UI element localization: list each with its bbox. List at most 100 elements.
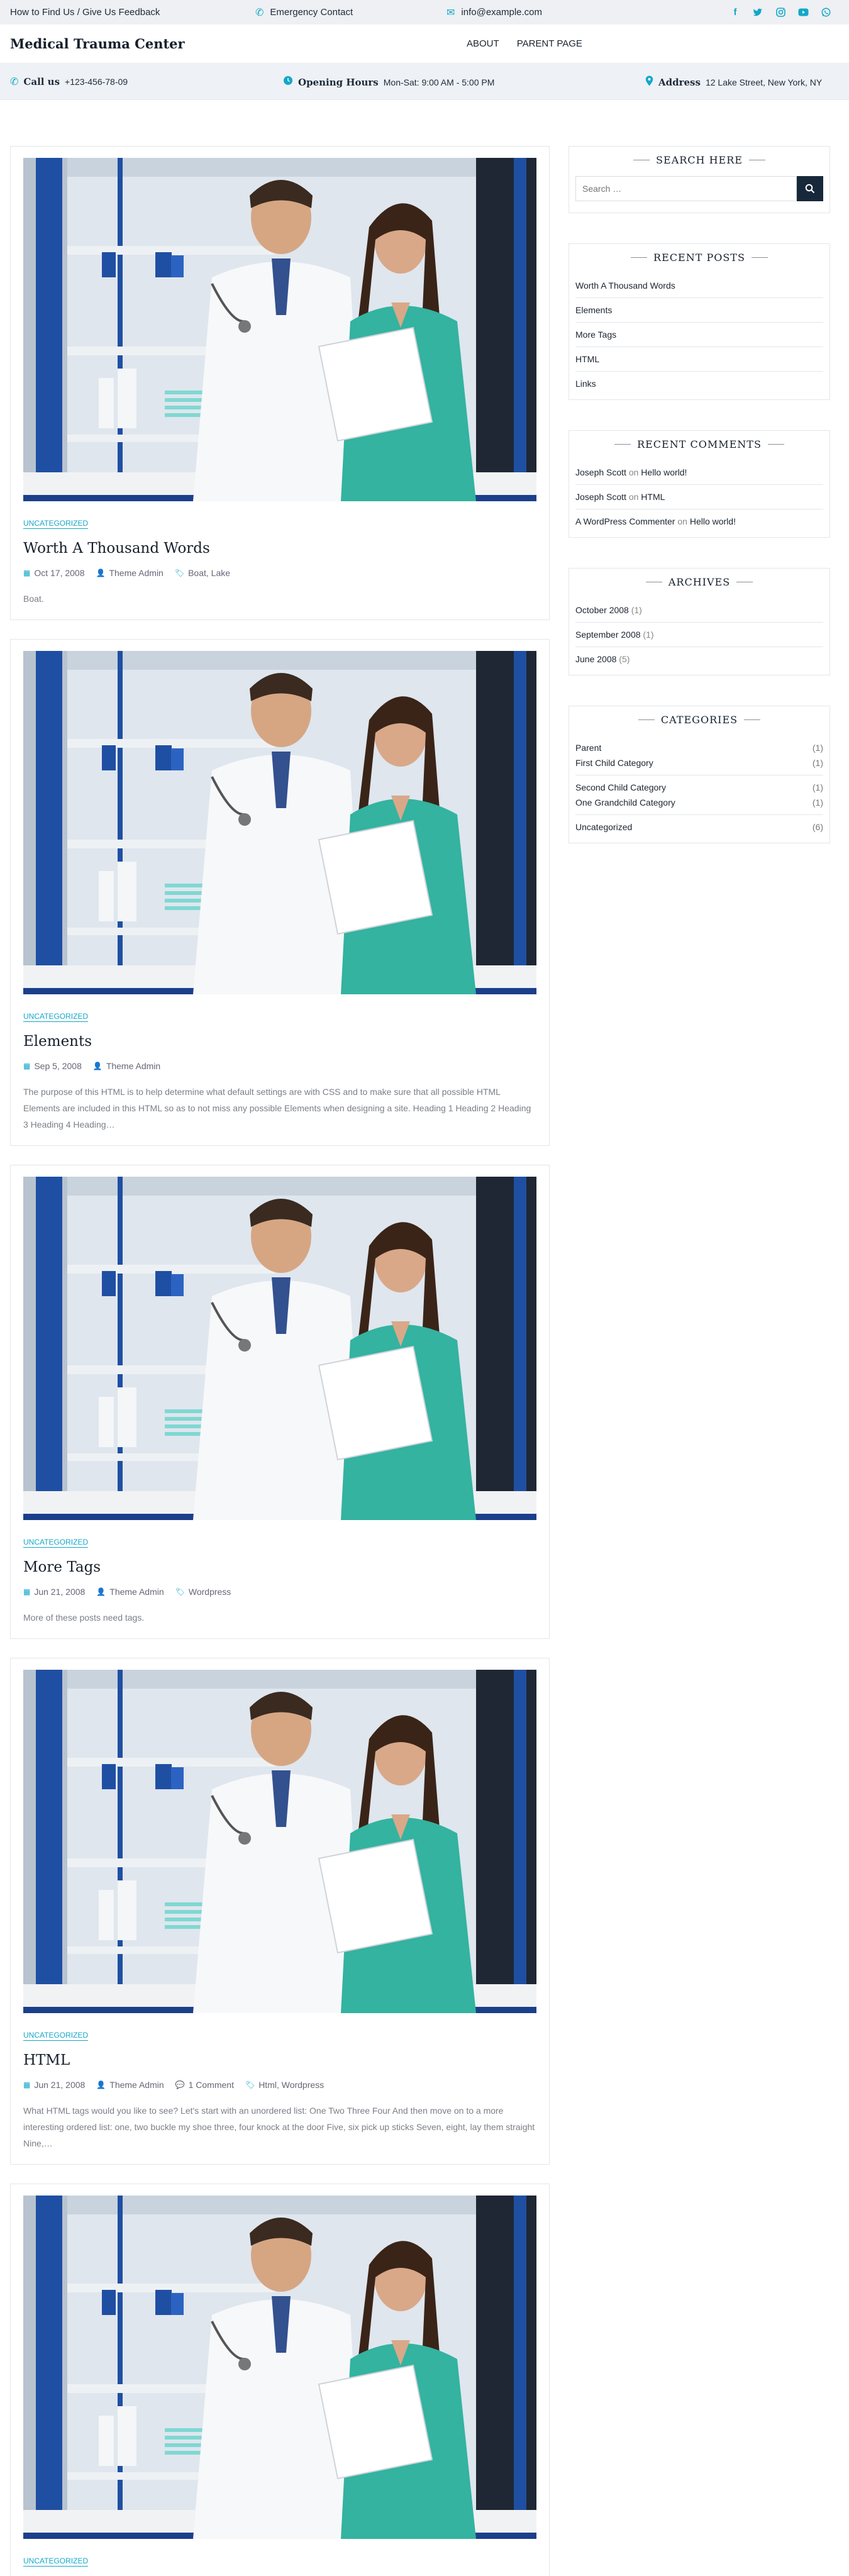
post-author[interactable]: 👤 Theme Admin (96, 2080, 164, 2090)
recent-comment-item: Joseph Scott on HTML (575, 485, 823, 509)
archive-item[interactable]: October 2008 (1) (575, 598, 823, 623)
post-date[interactable]: ▦ Sep 5, 2008 (23, 1061, 82, 1071)
post-author[interactable]: 👤 Theme Admin (96, 568, 164, 578)
recent-post-link[interactable]: HTML (575, 347, 823, 372)
whatsapp-icon[interactable] (820, 7, 831, 18)
archive-item[interactable]: September 2008 (1) (575, 623, 823, 647)
post-author[interactable]: 👤 Theme Admin (93, 1061, 160, 1071)
post-featured-image[interactable] (23, 2196, 536, 2539)
doctors-photo (23, 2196, 536, 2539)
post-category-link[interactable]: UNCATEGORIZED (23, 2557, 89, 2567)
post-author[interactable]: 👤 Theme Admin (96, 1587, 164, 1597)
instagram-icon[interactable] (775, 7, 786, 18)
widget-title: ARCHIVES (575, 576, 823, 588)
post-category-link[interactable]: UNCATEGORIZED (23, 2031, 89, 2041)
post-comments-text: 1 Comment (188, 2080, 234, 2090)
call-us-value[interactable]: +123-456-78-09 (65, 77, 128, 87)
comment-post-link[interactable]: HTML (641, 492, 665, 502)
address-info: Address 12 Lake Street, New York, NY (645, 75, 822, 89)
post-featured-image[interactable] (23, 651, 536, 994)
category-item[interactable]: Uncategorized (6) (575, 819, 823, 835)
post-excerpt: What HTML tags would you like to see? Le… (23, 2106, 535, 2148)
youtube-icon[interactable] (797, 7, 809, 18)
twitter-icon[interactable] (752, 7, 763, 18)
facebook-icon[interactable]: f (730, 7, 741, 18)
emergency-contact[interactable]: ✆ Emergency Contact (255, 6, 353, 19)
recent-post-link[interactable]: Links (575, 372, 823, 396)
post-title[interactable]: More Tags (23, 1559, 536, 1575)
opening-hours-info: Opening Hours Mon-Sat: 9:00 AM - 5:00 PM (283, 75, 494, 89)
call-us-label: Call us (23, 76, 60, 87)
post-tags-text: Html, Wordpress (258, 2080, 325, 2090)
sidebar: SEARCH HERE RECENT POSTS Worth A Thousan… (569, 146, 830, 874)
doctors-photo (23, 158, 536, 501)
post-meta: ▦ Jun 21, 2008 👤 Theme Admin 🏷 Wordpress (23, 1587, 536, 1597)
site-title[interactable]: Medical Trauma Center (10, 36, 185, 52)
archive-link[interactable]: October 2008 (575, 605, 629, 615)
search-button[interactable] (797, 176, 823, 201)
comment-on: on (628, 492, 639, 502)
post-category-link[interactable]: UNCATEGORIZED (23, 1538, 89, 1548)
comment-post-link[interactable]: Hello world! (690, 516, 736, 526)
post-card: UNCATEGORIZED Elements ▦ Sep 5, 2008 👤 The… (10, 639, 550, 1146)
post-date[interactable]: ▦ Jun 21, 2008 (23, 2080, 85, 2090)
post-featured-image[interactable] (23, 1670, 536, 2013)
category-item[interactable]: First Child Category (1) (575, 755, 823, 770)
opening-hours-value: Mon-Sat: 9:00 AM - 5:00 PM (383, 77, 495, 87)
recent-post-link[interactable]: Worth A Thousand Words (575, 274, 823, 298)
comment-author[interactable]: Joseph Scott (575, 492, 626, 502)
post-tags[interactable]: 🏷 Wordpress (175, 1587, 231, 1597)
post-category-link[interactable]: UNCATEGORIZED (23, 1012, 89, 1022)
category-link[interactable]: Uncategorized (575, 822, 632, 832)
widget-title: CATEGORIES (575, 714, 823, 726)
recent-post-link[interactable]: Elements (575, 298, 823, 323)
nav-item-parent-page[interactable]: PARENT PAGE (517, 38, 582, 49)
category-item[interactable]: Parent (1) (575, 740, 823, 755)
category-count: (1) (812, 743, 823, 753)
post-featured-image[interactable] (23, 158, 536, 501)
calendar-icon: ▦ (23, 569, 31, 577)
comment-post-link[interactable]: Hello world! (641, 467, 687, 477)
archive-count: (1) (631, 605, 642, 615)
archive-link[interactable]: September 2008 (575, 630, 641, 640)
post-title[interactable]: Elements (23, 1033, 536, 1050)
opening-hours-label: Opening Hours (298, 76, 379, 88)
recent-comments-widget: RECENT COMMENTS Joseph Scott on Hello wo… (569, 430, 830, 538)
email-label: info@example.com (461, 7, 543, 18)
topbar: How to Find Us / Give Us Feedback ✆ Emer… (0, 0, 849, 25)
post-date[interactable]: ▦ Oct 17, 2008 (23, 568, 85, 578)
nav-item-about[interactable]: ABOUT (467, 38, 499, 49)
post-featured-image[interactable] (23, 1177, 536, 1520)
tag-icon: 🏷 (245, 2080, 255, 2089)
archive-item[interactable]: June 2008 (5) (575, 647, 823, 671)
category-link[interactable]: Second Child Category (575, 782, 666, 792)
search-input[interactable] (575, 176, 797, 201)
post-title[interactable]: HTML (23, 2052, 536, 2068)
find-us-link[interactable]: How to Find Us / Give Us Feedback (10, 7, 160, 18)
post-tags[interactable]: 🏷 Html, Wordpress (245, 2080, 324, 2090)
recent-comments-list: Joseph Scott on Hello world! Joseph Scot… (575, 460, 823, 533)
recent-posts-list: Worth A Thousand Words Elements More Tag… (575, 274, 823, 396)
archives-widget: ARCHIVES October 2008 (1) September 2008… (569, 568, 830, 675)
email-contact[interactable]: ✉ info@example.com (447, 6, 542, 19)
post-comments[interactable]: 💬 1 Comment (175, 2080, 234, 2090)
archive-link[interactable]: June 2008 (575, 654, 616, 664)
recent-post-link[interactable]: More Tags (575, 323, 823, 347)
post-title[interactable]: Worth A Thousand Words (23, 540, 536, 557)
social-links: f (730, 7, 831, 18)
category-count: (6) (812, 822, 823, 832)
clock-icon (283, 75, 293, 89)
category-item[interactable]: Second Child Category (1) (575, 780, 823, 795)
post-category-link[interactable]: UNCATEGORIZED (23, 519, 89, 529)
comment-author[interactable]: A WordPress Commenter (575, 516, 675, 526)
category-link[interactable]: One Grandchild Category (575, 797, 675, 808)
doctors-photo (23, 1670, 536, 2013)
post-list: UNCATEGORIZED Worth A Thousand Words ▦ Oc… (10, 146, 550, 2576)
category-item[interactable]: One Grandchild Category (1) (575, 795, 823, 810)
category-link[interactable]: Parent (575, 743, 601, 753)
comment-author[interactable]: Joseph Scott (575, 467, 626, 477)
category-link[interactable]: First Child Category (575, 758, 653, 768)
post-date[interactable]: ▦ Jun 21, 2008 (23, 1587, 85, 1597)
site-header: Medical Trauma Center ABOUT PARENT PAGE (0, 25, 849, 64)
post-tags[interactable]: 🏷 Boat, Lake (175, 568, 230, 578)
